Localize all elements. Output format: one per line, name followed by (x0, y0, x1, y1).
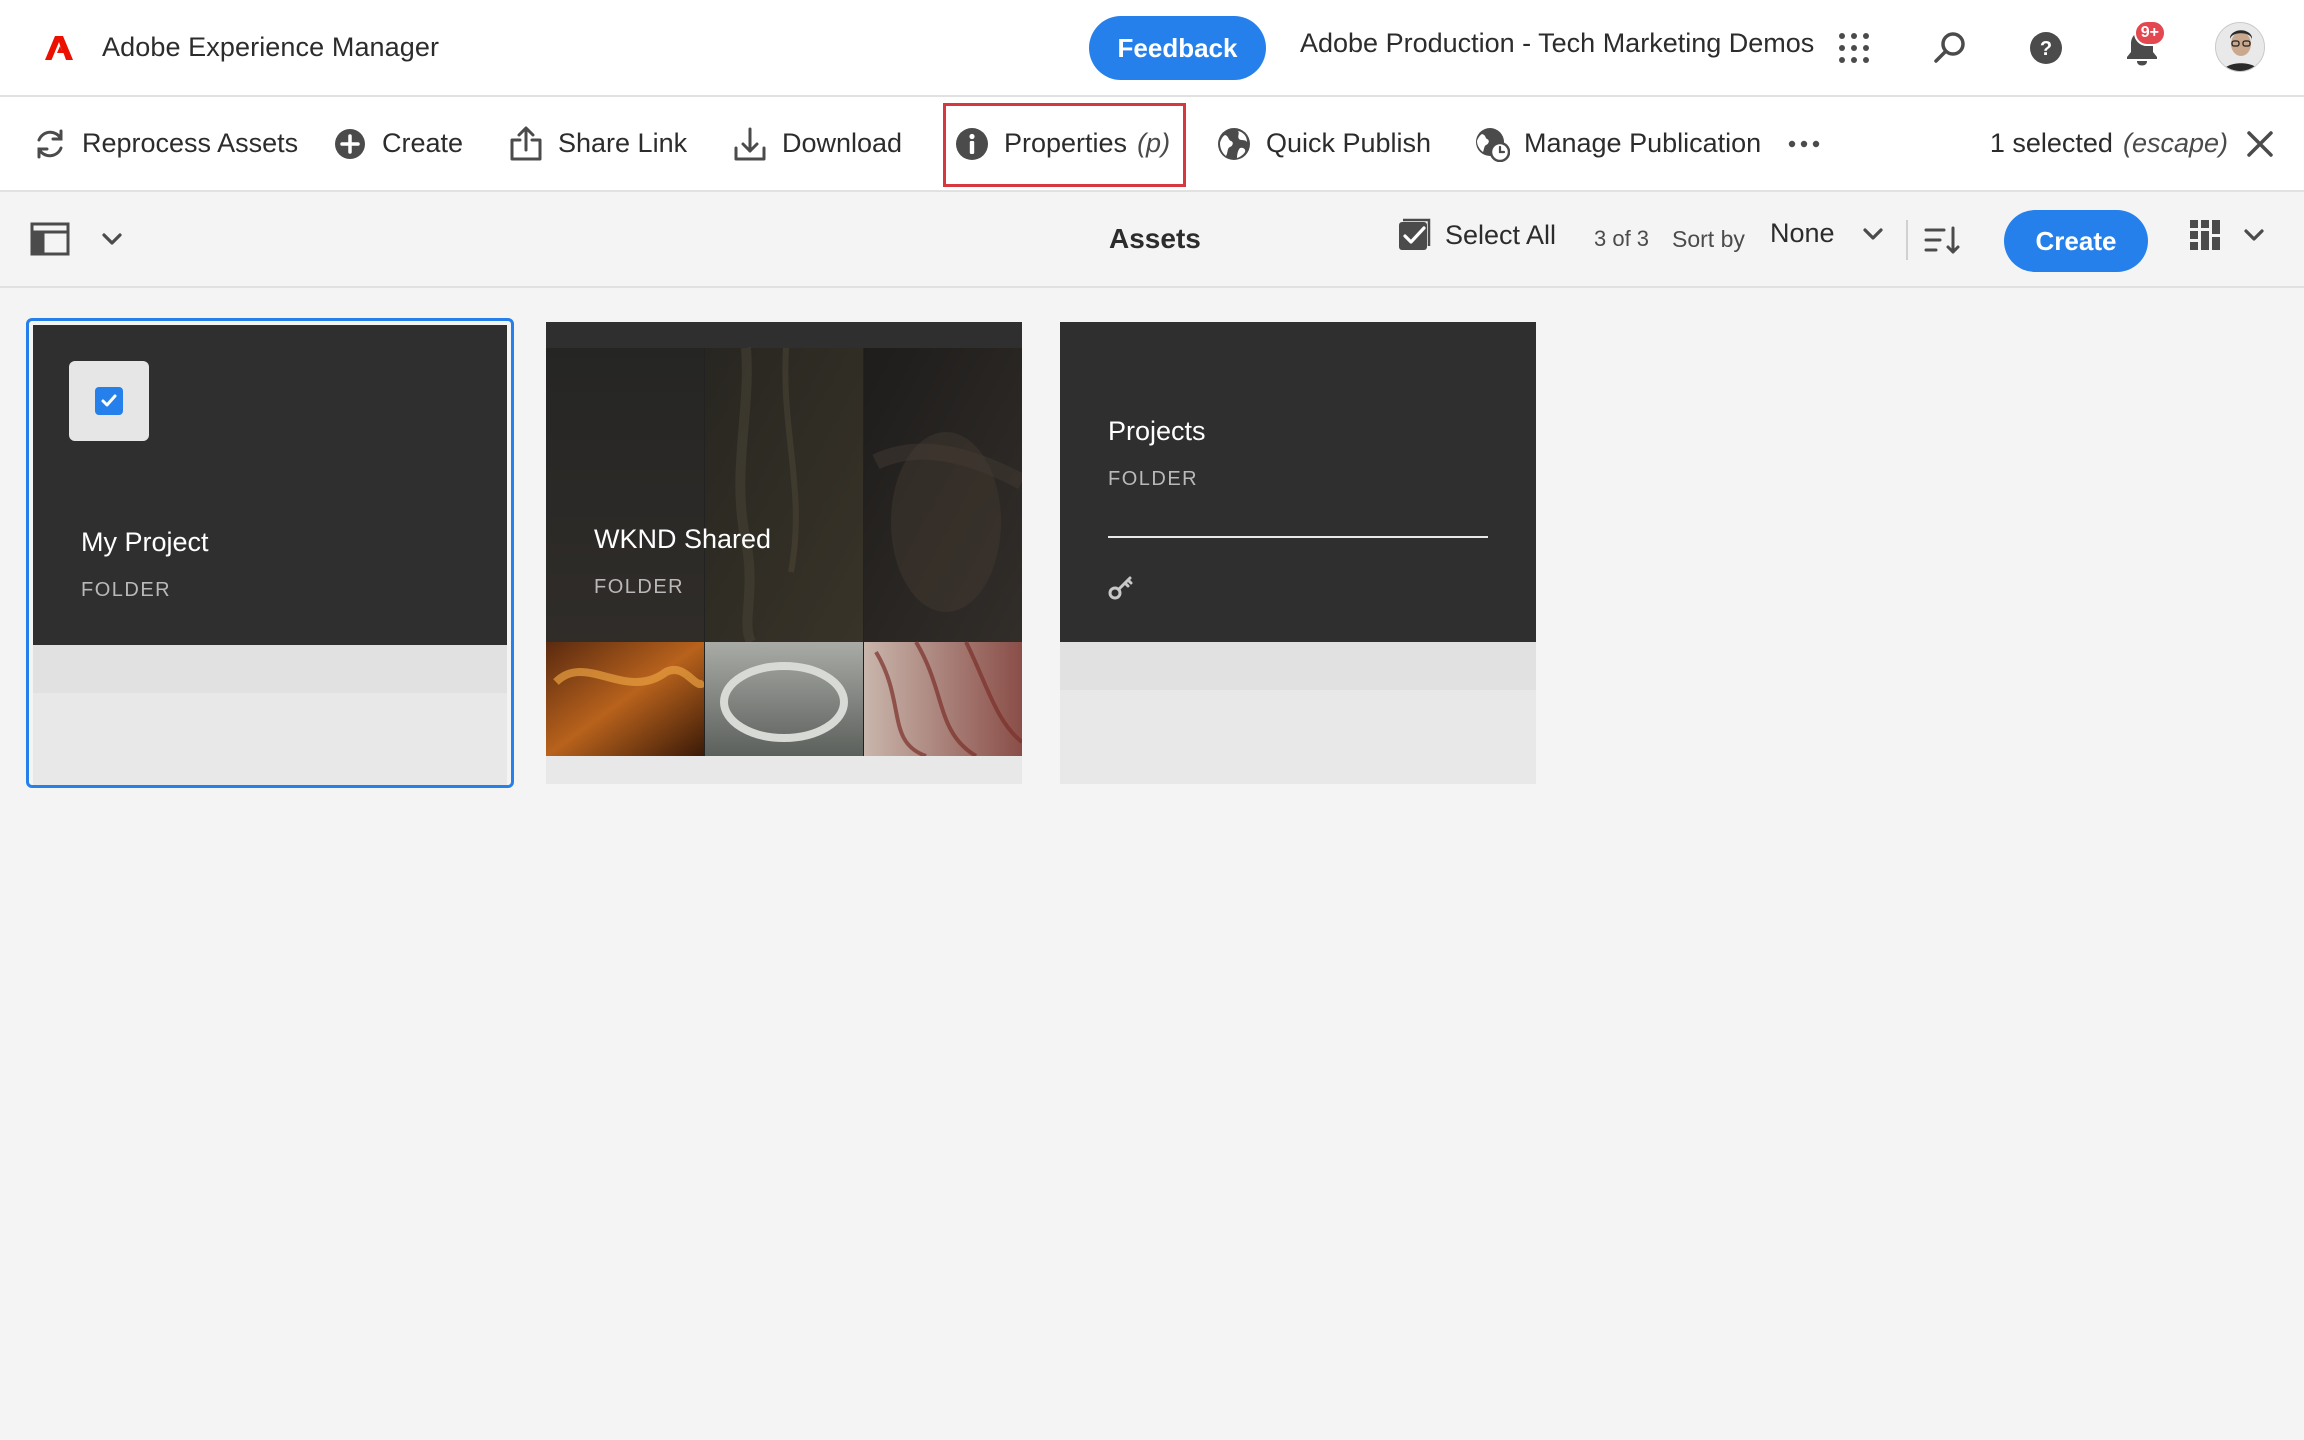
more-icon (1788, 140, 1820, 147)
folder-thumbnail: WKND Shared FOLDER (546, 322, 1022, 756)
sort-by-label: Sort by (1672, 226, 1745, 252)
refresh-icon (37, 129, 63, 158)
sort-by-value: None (1770, 218, 1835, 248)
globe-clock-icon (1476, 127, 1510, 162)
checkbox-checked-icon (95, 387, 123, 415)
sort-by-select[interactable]: None (1770, 218, 1885, 249)
globe-icon (1218, 127, 1250, 160)
chevron-down-icon (1862, 227, 1883, 240)
manage-publication-label: Manage Publication (1524, 128, 1762, 158)
shell-header: Adobe Experience Manager Feedback Adobe … (0, 0, 2304, 97)
select-all-button[interactable]: Select All (1397, 218, 1556, 252)
folder-thumbnail: Projects FOLDER (1060, 322, 1536, 642)
folder-card-my-project[interactable]: My Project FOLDER (26, 318, 514, 788)
card-checkbox[interactable] (69, 361, 149, 441)
reprocess-assets-button[interactable]: Reprocess Assets (32, 97, 298, 190)
close-icon[interactable] (2244, 128, 2276, 160)
card-footer (1060, 642, 1536, 784)
create-action-label: Create (382, 128, 464, 158)
product-name: Adobe Experience Manager (102, 32, 440, 62)
selection-action-bar: Reprocess Assets Create Share Link Downl… (0, 97, 2304, 192)
adobe-logo-icon (45, 35, 73, 60)
svg-text:?: ? (2040, 38, 2052, 60)
page-title: Assets (1109, 223, 1201, 254)
chevron-down-icon (102, 233, 122, 245)
search-icon[interactable] (1926, 24, 1974, 72)
notifications-badge: 9+ (2133, 20, 2166, 46)
card-footer (33, 645, 507, 785)
more-actions-button[interactable] (1786, 97, 1822, 190)
select-all-checkbox-icon (1399, 218, 1431, 250)
avatar[interactable] (2215, 22, 2265, 72)
sort-direction-icon[interactable] (1922, 220, 1962, 260)
folder-card-projects[interactable]: Projects FOLDER (1060, 322, 1536, 784)
notifications-bell-icon[interactable]: 9+ (2118, 20, 2166, 72)
properties-button[interactable]: Properties (p) (954, 97, 1170, 190)
toolbar-divider (1906, 220, 1908, 260)
card-view-icon (2190, 220, 2220, 250)
feedback-button[interactable]: Feedback (1089, 16, 1266, 80)
info-icon (956, 127, 988, 160)
brand[interactable]: Adobe Experience Manager (44, 32, 439, 63)
share-icon (510, 126, 542, 160)
content-toolbar: Assets Select All 3 of 3 Sort by None Cr… (0, 192, 2304, 288)
download-button[interactable]: Download (732, 97, 902, 190)
key-icon (1108, 576, 1133, 600)
properties-shortcut-hint: (p) (1137, 128, 1171, 158)
organization-name[interactable]: Adobe Production - Tech Marketing Demos (1300, 28, 1814, 59)
create-button[interactable]: Create (2004, 210, 2148, 272)
manage-publication-button[interactable]: Manage Publication (1474, 97, 1761, 190)
card-type: FOLDER (1108, 468, 1199, 490)
side-panel-icon (30, 222, 70, 256)
add-circle-icon (335, 128, 365, 159)
apps-grid-icon[interactable] (1830, 24, 1878, 72)
download-icon (734, 127, 766, 160)
escape-hint: (escape) (2122, 128, 2228, 158)
help-icon[interactable]: ? (2022, 24, 2070, 72)
view-switcher[interactable] (2188, 218, 2266, 252)
selected-count: 1 selected (1989, 128, 2113, 158)
card-type: FOLDER (594, 576, 685, 598)
create-action-button[interactable]: Create (332, 97, 463, 190)
card-title: Projects (1108, 416, 1206, 446)
card-footer (546, 756, 1022, 784)
card-separator (1108, 536, 1488, 538)
card-footer-band (33, 645, 507, 693)
properties-label: Properties (1004, 128, 1128, 158)
share-link-label: Share Link (558, 128, 688, 158)
reprocess-assets-label: Reprocess Assets (82, 128, 299, 158)
quick-publish-button[interactable]: Quick Publish (1216, 97, 1431, 190)
card-title: WKND Shared (594, 524, 772, 554)
card-type: FOLDER (81, 579, 172, 601)
selection-info: 1 selected (escape) (1990, 97, 2276, 190)
card-title: My Project (81, 527, 209, 557)
card-footer-band (1060, 642, 1536, 690)
folder-thumbnail: My Project FOLDER (33, 325, 507, 645)
share-link-button[interactable]: Share Link (508, 97, 687, 190)
folder-card-wknd-shared[interactable]: WKND Shared FOLDER (546, 322, 1022, 784)
item-count: 3 of 3 (1594, 226, 1650, 251)
quick-publish-label: Quick Publish (1266, 128, 1432, 158)
chevron-down-icon (2244, 229, 2264, 241)
select-all-label: Select All (1445, 219, 1557, 250)
download-label: Download (782, 128, 903, 158)
rail-toggle-button[interactable] (30, 222, 124, 256)
